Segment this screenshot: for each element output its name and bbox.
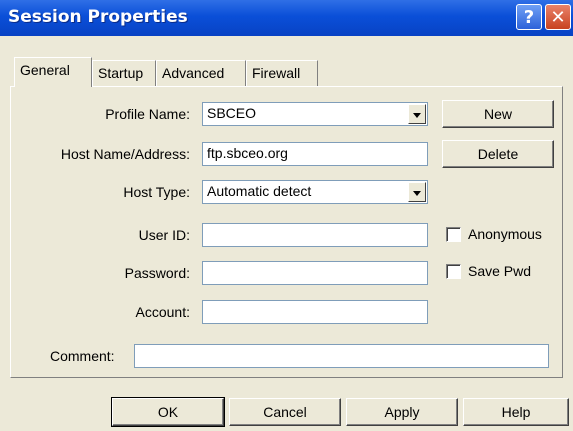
apply-button[interactable]: Apply (346, 398, 458, 426)
user-id-label: User ID: (138, 227, 190, 243)
tab-advanced[interactable]: Advanced (156, 60, 246, 86)
host-type-label: Host Type: (123, 184, 190, 200)
help-icon[interactable]: ? (516, 4, 542, 30)
close-icon[interactable]: ✕ (545, 4, 571, 30)
host-value: ftp.sbceo.org (207, 145, 288, 161)
help-button[interactable]: Help (463, 398, 569, 426)
host-type-value: Automatic detect (207, 183, 312, 199)
chevron-down-icon[interactable] (408, 182, 426, 202)
password-field[interactable] (202, 261, 428, 285)
anonymous-checkbox[interactable] (446, 227, 461, 242)
cancel-button[interactable]: Cancel (229, 398, 341, 426)
comment-field[interactable] (134, 344, 549, 368)
window-title: Session Properties (8, 7, 188, 27)
profile-name-label: Profile Name: (105, 106, 190, 122)
title-bar[interactable]: Session Properties ? ✕ (0, 0, 573, 36)
tab-firewall[interactable]: Firewall (246, 60, 318, 86)
save-pwd-checkbox[interactable] (446, 264, 461, 279)
tab-startup[interactable]: Startup (92, 60, 156, 86)
anonymous-label[interactable]: Anonymous (468, 226, 542, 242)
password-label: Password: (124, 265, 190, 281)
user-id-field[interactable] (202, 223, 428, 247)
host-label: Host Name/Address: (60, 146, 190, 162)
tab-general[interactable]: General (14, 57, 92, 87)
host-type-combo[interactable]: Automatic detect (202, 180, 428, 204)
profile-name-value: SBCEO (207, 105, 257, 121)
save-pwd-label[interactable]: Save Pwd (468, 263, 531, 279)
ok-button[interactable]: OK (111, 397, 225, 427)
comment-label: Comment: (50, 348, 115, 364)
host-field[interactable]: ftp.sbceo.org (202, 142, 428, 166)
account-field[interactable] (202, 300, 428, 324)
profile-name-combo[interactable]: SBCEO (202, 102, 428, 126)
chevron-down-icon[interactable] (408, 104, 426, 124)
new-button[interactable]: New (442, 100, 554, 128)
account-label: Account: (135, 304, 190, 320)
delete-button[interactable]: Delete (442, 140, 554, 168)
